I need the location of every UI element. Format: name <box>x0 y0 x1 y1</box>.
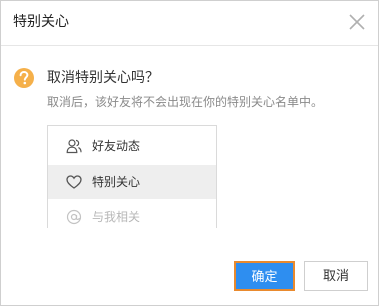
list-item-label: 与我相关 <box>92 210 141 224</box>
confirm-question: 取消特别关心吗？ <box>47 70 159 86</box>
category-list: 好友动态 特别关心 与我相关 <box>47 125 217 228</box>
list-item-friend-updates[interactable]: 好友动态 <box>48 129 216 163</box>
list-item-special-care[interactable]: 特别关心 <box>48 165 216 199</box>
confirm-dialog: 特别关心 取消特别关心吗？ 取消后，该好友将不会出现在你的特别关心名单中。 好友… <box>0 0 379 306</box>
list-item-label: 好友动态 <box>92 139 141 153</box>
dialog-title: 特别关心 <box>13 14 69 30</box>
list-item-related-to-me[interactable]: 与我相关 <box>48 200 216 228</box>
heart-icon <box>66 174 82 190</box>
confirm-description: 取消后，该好友将不会出现在你的特别关心名单中。 <box>47 95 324 109</box>
at-icon <box>66 209 82 225</box>
question-icon <box>13 67 35 89</box>
friends-icon <box>66 138 82 154</box>
close-icon[interactable] <box>347 12 367 32</box>
cancel-button[interactable]: 取消 <box>304 261 368 291</box>
confirm-button[interactable]: 确定 <box>234 261 295 291</box>
list-item-label: 特别关心 <box>92 175 141 189</box>
dialog-titlebar: 特别关心 <box>1 1 378 46</box>
